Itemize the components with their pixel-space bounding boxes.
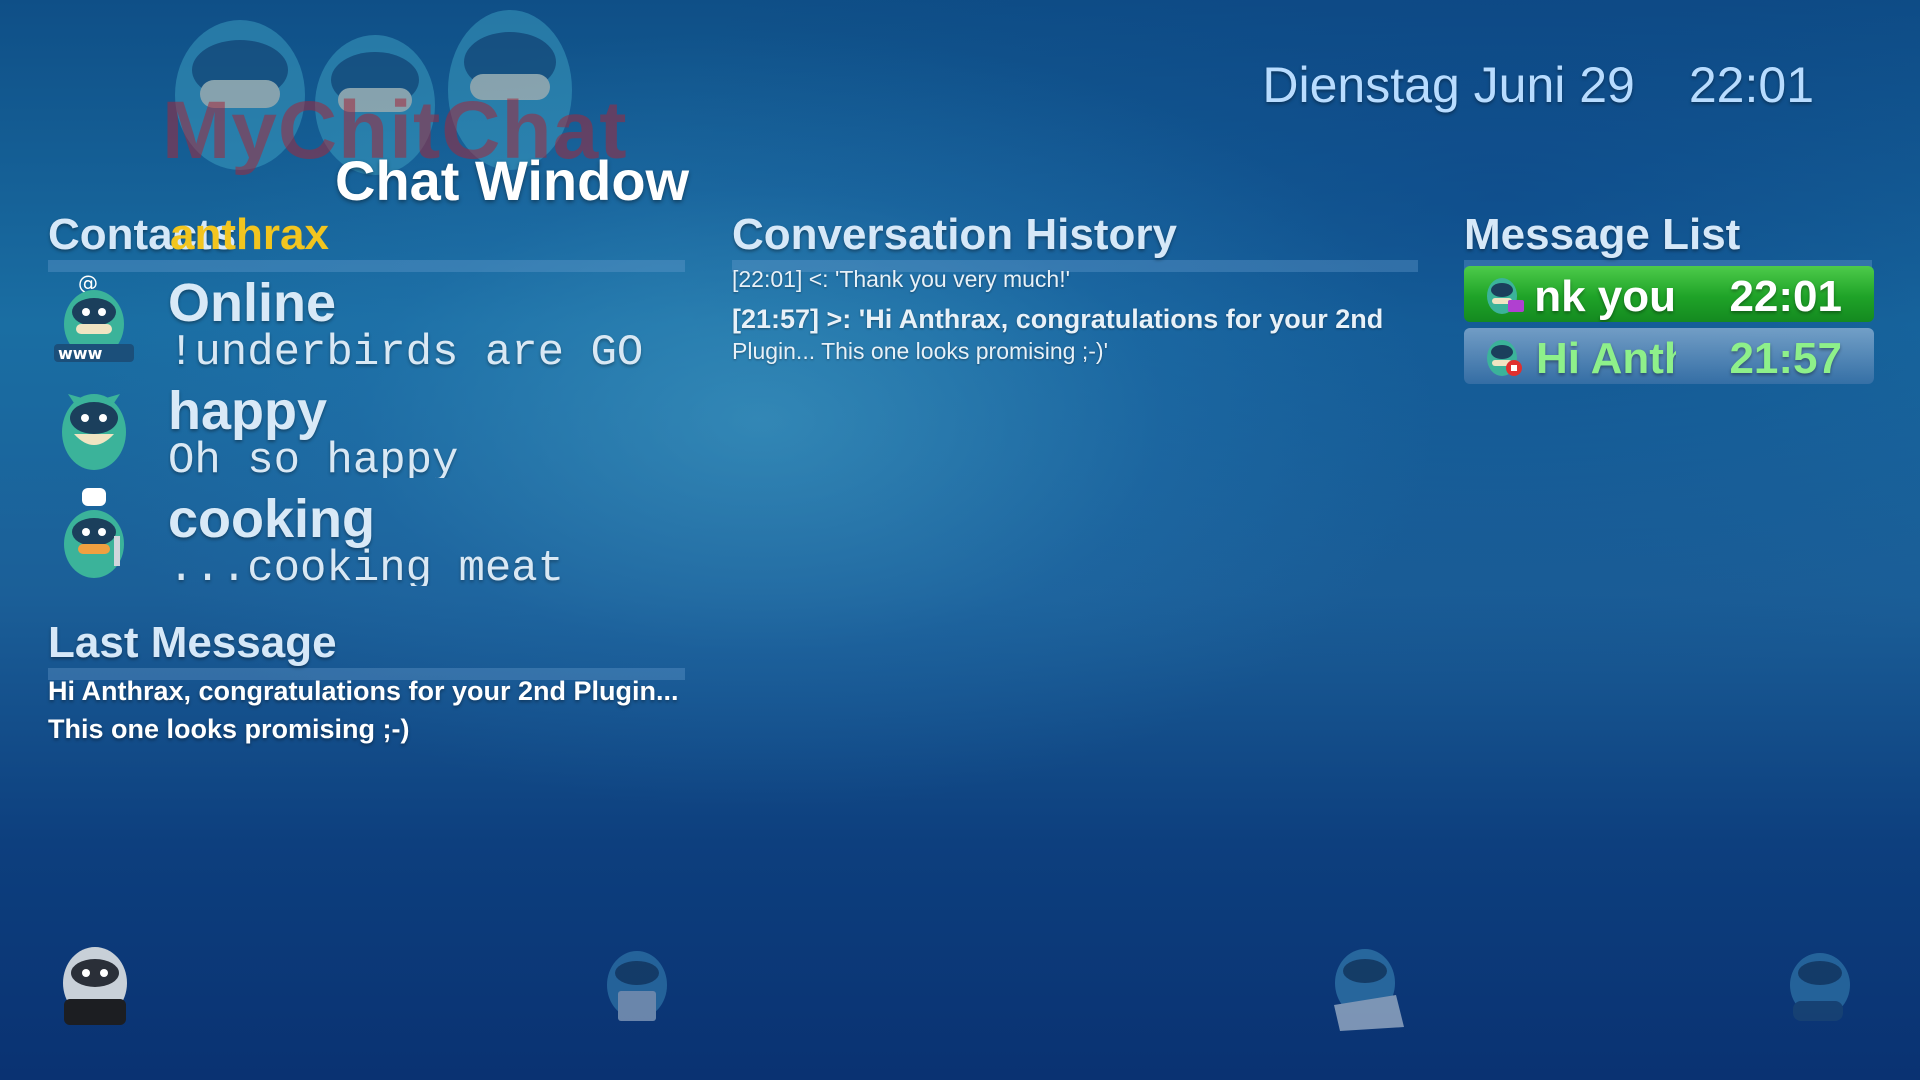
contact-name: happy <box>168 381 328 441</box>
incoming-message-icon <box>1487 340 1522 376</box>
message-list-header: Message List <box>1464 210 1872 272</box>
message-list-title: Message List <box>1464 210 1741 259</box>
www-mascot-icon: @ www <box>54 271 134 363</box>
message-preview: Hi Anth <box>1536 334 1676 383</box>
svg-text:www: www <box>58 344 103 363</box>
message-time: 21:57 <box>1729 334 1842 383</box>
last-message-title: Last Message <box>48 618 337 667</box>
typewriter-mascot-icon <box>63 947 127 1025</box>
last-message-line: This one looks promising ;-) <box>48 714 410 744</box>
happy-mascot-icon <box>62 394 126 470</box>
current-contact-name: anthrax <box>170 210 329 259</box>
time-label: 22:01 <box>1688 57 1814 113</box>
history-entry-continuation: Plugin... This one looks promising ;-)' <box>732 338 1108 364</box>
message-list-item[interactable]: Hi Anth 21:57 <box>1464 328 1874 384</box>
contact-list: @ www Online underbirds are GO! happy Oh… <box>48 262 688 586</box>
history-entry: [21:57] >: 'Hi Anthrax, congratulations … <box>732 304 1384 334</box>
history-entry: [22:01] <: 'Thank you very much!' <box>732 266 1070 292</box>
datetime: Dienstag Juni 29 22:01 <box>1262 56 1814 114</box>
sleeping-mascot-icon <box>1790 953 1850 1021</box>
window-title: Chat Window <box>335 149 690 212</box>
contact-status: Oh so happy <box>168 436 459 478</box>
contact-status: cooking meat... <box>168 544 565 586</box>
message-preview: ank you <box>1536 272 1676 321</box>
contact-status: underbirds are GO! <box>168 328 644 370</box>
history-title: Conversation History <box>732 210 1177 259</box>
newspaper-mascot-icon <box>607 951 667 1021</box>
message-list-item-selected[interactable]: ank you 22:01 <box>1464 266 1874 322</box>
chef-mascot-icon <box>64 488 124 578</box>
contact-item-online[interactable]: @ www Online underbirds are GO! <box>48 262 688 370</box>
reading-mascot-icon <box>1334 949 1404 1031</box>
last-message-text: Hi Anthrax, congratulations for your 2nd… <box>48 672 708 748</box>
contact-name: cooking <box>168 489 376 549</box>
message-list: ank you 22:01 Hi Anth 21:57 <box>1464 266 1874 390</box>
outgoing-message-icon <box>1487 278 1524 314</box>
contact-item-cooking[interactable]: cooking cooking meat... <box>48 478 688 586</box>
conversation-history: [22:01] <: 'Thank you very much!' [21:57… <box>732 262 1412 368</box>
contact-name: Online <box>168 273 337 333</box>
contact-item-happy[interactable]: happy Oh so happy <box>48 370 688 478</box>
message-time: 22:01 <box>1729 272 1842 321</box>
date-label: Dienstag Juni 29 <box>1262 57 1635 113</box>
last-message-line: Hi Anthrax, congratulations for your 2nd… <box>48 676 679 706</box>
